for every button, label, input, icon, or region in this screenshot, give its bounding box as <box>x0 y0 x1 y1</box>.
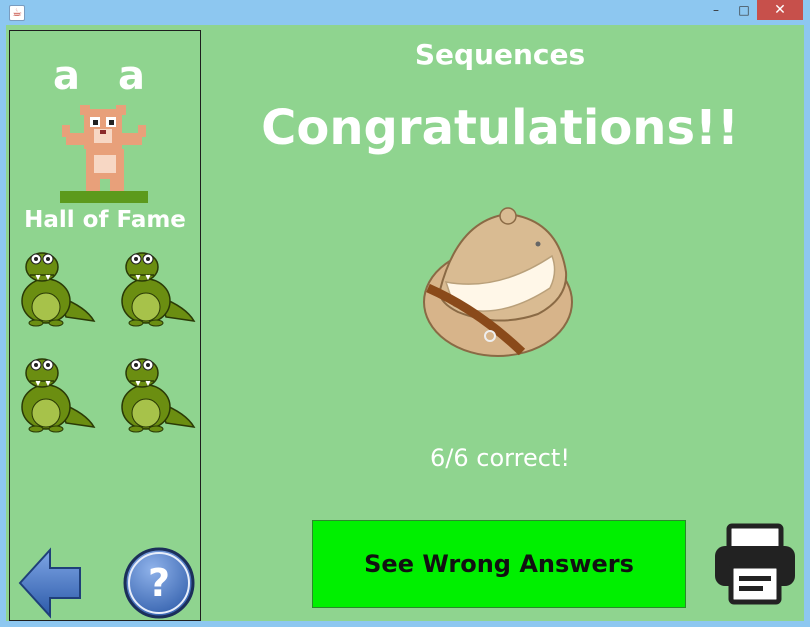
java-icon: ☕ <box>9 5 25 21</box>
sidebar: a a Hall of Fame ? <box>9 30 201 621</box>
maximize-button[interactable]: □ <box>731 0 757 20</box>
user-name: a a <box>53 53 157 99</box>
dinosaur-icon <box>21 358 96 433</box>
hall-of-fame-label: Hall of Fame <box>24 207 186 233</box>
title-bar: ☕ – □ ✕ <box>0 0 810 25</box>
lesson-title: Sequences <box>414 38 586 71</box>
back-arrow-button[interactable] <box>18 546 84 620</box>
congratulations-heading: Congratulations!! <box>261 100 739 156</box>
see-wrong-answers-button[interactable]: See Wrong Answers <box>312 520 686 608</box>
bear-avatar-icon <box>60 105 148 203</box>
dinosaur-icon <box>121 252 196 327</box>
window-border-right <box>804 25 810 627</box>
dinosaur-icon <box>121 358 196 433</box>
minimize-button[interactable]: – <box>703 0 729 20</box>
printer-icon[interactable] <box>713 522 797 606</box>
window-border-bottom <box>0 621 810 627</box>
help-question-button[interactable]: ? <box>122 546 196 620</box>
score-text: 6/6 correct! <box>430 444 570 472</box>
safari-hat-icon <box>423 207 573 357</box>
dinosaur-icon <box>21 252 96 327</box>
svg-text:?: ? <box>148 561 170 605</box>
close-button[interactable]: ✕ <box>757 0 803 20</box>
window-border-left <box>0 25 6 627</box>
